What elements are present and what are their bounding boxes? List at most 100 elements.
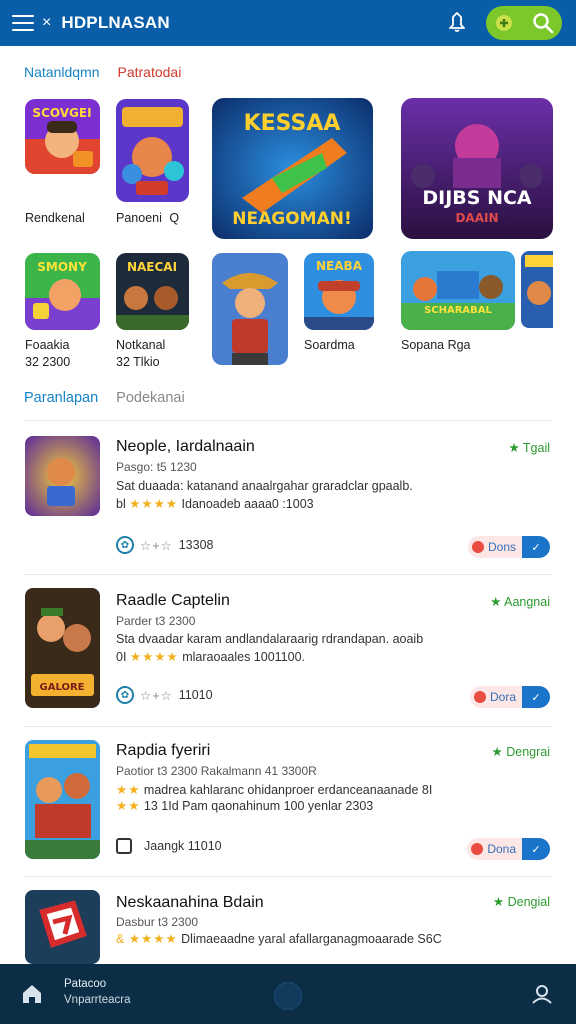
list-item-thumbnail [25,890,100,964]
divider [24,876,552,877]
game-tile-naecal[interactable]: NAECAI [116,253,189,330]
item-rating-line: 0I ★★★★ mlaraoaales 1001100. [116,649,305,664]
app-title: HDPLNASAN [61,13,170,32]
record-icon [471,843,484,855]
item-subtitle: Dasbur t3 2300 [116,915,199,929]
install-button-label: Dona [487,842,516,856]
gamepad-icon[interactable] [494,13,514,33]
close-icon[interactable]: × [42,14,51,32]
item-subtitle: Pasgo: t5 1230 [116,460,197,474]
item-title: Rapdia fyeriri [116,742,211,759]
svg-text:SCOVGEI: SCOVGEI [32,106,91,120]
featured-label-2: Panoeni Q [116,211,179,225]
svg-text:NEAGOMAN!: NEAGOMAN! [232,209,351,229]
game-banner-dijbs-nca[interactable]: DIJBS NCA DAAIN [401,98,553,239]
record-icon [473,691,486,703]
item-title: Neskaanahina Bdain [116,894,264,911]
divider [24,420,552,421]
item-meta: Jaangk 11010 [116,838,222,854]
game-tile-cowboy[interactable] [212,253,288,365]
search-icon[interactable] [532,12,554,34]
item-description: Sta dvaadar karam andlandalaraarig rdran… [116,632,424,646]
paw-icon: ✿ [116,686,134,704]
list-item-thumbnail [25,740,100,859]
record-icon [471,541,484,553]
second-row-sub-2: 32 Tlkio [116,355,160,369]
item-subtitle: Paotior t3 2300 Rakalmann 41 3300R [116,764,317,778]
tab-second[interactable]: Patratodai [118,64,182,80]
item-rating-text: mlaraoaales 1001100. [182,650,306,664]
user-icon[interactable] [530,982,554,1006]
game-banner-kessaa[interactable]: KESSAA NEAGOMAN! [212,98,373,239]
item-rating-text: 13 1Id Pam qaonahinum 100 yenlar 2303 [143,799,374,813]
svg-text:NEABA: NEABA [316,259,363,273]
game-tile-partial[interactable] [521,251,553,328]
divider [24,726,552,727]
svg-text:NAECAI: NAECAI [127,260,177,274]
svg-text:KESSAA: KESSAA [244,111,341,136]
check-icon[interactable]: ✓ [522,686,550,708]
item-description: & ★★★★ Dlimaeaadne yaral afallarganagmoa… [116,931,442,946]
game-tile-scovger[interactable]: SCOVGEI [25,99,100,174]
install-button-label: Dora [489,690,516,704]
second-row-label-5: Sopana Rga [401,338,471,352]
menu-icon[interactable] [12,15,34,31]
second-row-label-2: Notkanal [116,338,166,352]
star-rating: ★★★★ [129,650,179,664]
tab-first[interactable]: Natanldqmn [24,64,100,80]
item-rating-prefix: 0I [116,650,127,664]
game-tile-hero-team[interactable] [116,99,189,202]
item-description-text: madrea kahlaranc ohidanproer erdanceanaa… [143,783,433,797]
item-tag: ★ Aangnai [490,595,550,609]
bottom-nav-center-button[interactable] [274,982,302,1010]
item-rating-text: Idanoadeb aaaa0 :1003 [181,497,314,511]
item-rating-prefix: bl [116,497,126,511]
paw-icon: ✿ [116,536,134,554]
star-rating: ★★ [116,783,141,797]
bottom-nav-label-2[interactable]: Vnparrteacra [64,994,130,1006]
svg-text:SCHARABAL: SCHARABAL [424,305,492,316]
second-row-label-1: Foaakia [25,338,70,352]
list-tab-first[interactable]: Paranlapan [24,390,98,406]
game-tile-scharabal[interactable]: SCHARABAL [401,251,515,330]
item-subtitle: Parder t3 2300 [116,614,196,628]
install-button[interactable]: Dons ✓ [467,536,550,558]
star-rating: ★★ [116,799,141,813]
item-description: ★★ madrea kahlaranc ohidanproer erdancea… [116,782,432,797]
search-pill[interactable] [486,6,562,40]
item-title: Neople, Iardalnaain [116,438,255,455]
bottom-nav-label-1[interactable]: Patacoo [64,978,106,990]
list-tab-second[interactable]: Podekanai [116,390,185,406]
item-tag: ★ Tgail [508,441,550,455]
section-tabs: Natanldqmn Patratodai [24,64,181,80]
list-item-thumbnail [25,436,100,516]
divider [24,574,552,575]
install-button[interactable]: Dona ✓ [467,838,550,860]
install-button-label: Dons [487,540,516,554]
game-tile-smony[interactable]: SMONY [25,253,100,330]
featured-label-1: Rendkenal [25,211,85,225]
item-rating-line: ★★ 13 1Id Pam qaonahinum 100 yenlar 2303 [116,798,373,813]
svg-text:DIJBS NCA: DIJBS NCA [422,187,532,209]
meta-count: 13308 [178,538,214,552]
item-tag: ★ Dengial [492,895,550,909]
home-icon[interactable] [20,982,44,1006]
meta-stars: ☆+☆ [140,688,173,703]
item-description-text: Dlimaeaadne yaral afallarganagmoaarade S… [181,932,442,946]
item-meta: ✿ ☆+☆ 11010 [116,686,213,704]
meta-count: 11010 [178,688,213,702]
check-icon[interactable]: ✓ [522,536,550,558]
item-title: Raadle Captelin [116,592,230,609]
install-button[interactable]: Dora ✓ [469,686,550,708]
second-row-label-4: Soardma [304,338,355,352]
item-rating-line: bl ★★★★ Idanoadeb aaaa0 :1003 [116,496,314,511]
app-root: × HDPLNASAN Natanldqmn Patratodai SCOVGE… [0,0,576,1024]
list-tabs: Paranlapan Podekanai [24,390,185,406]
top-app-bar: × HDPLNASAN [0,0,576,46]
featured-label-2-badge: Q [169,211,180,225]
notification-bell-icon[interactable] [446,11,468,33]
game-tile-neaba[interactable]: NEABA [304,253,374,330]
check-icon[interactable]: ✓ [522,838,550,860]
item-description-prefix: & [116,932,126,946]
meta-count: Jaangk 11010 [144,839,222,853]
